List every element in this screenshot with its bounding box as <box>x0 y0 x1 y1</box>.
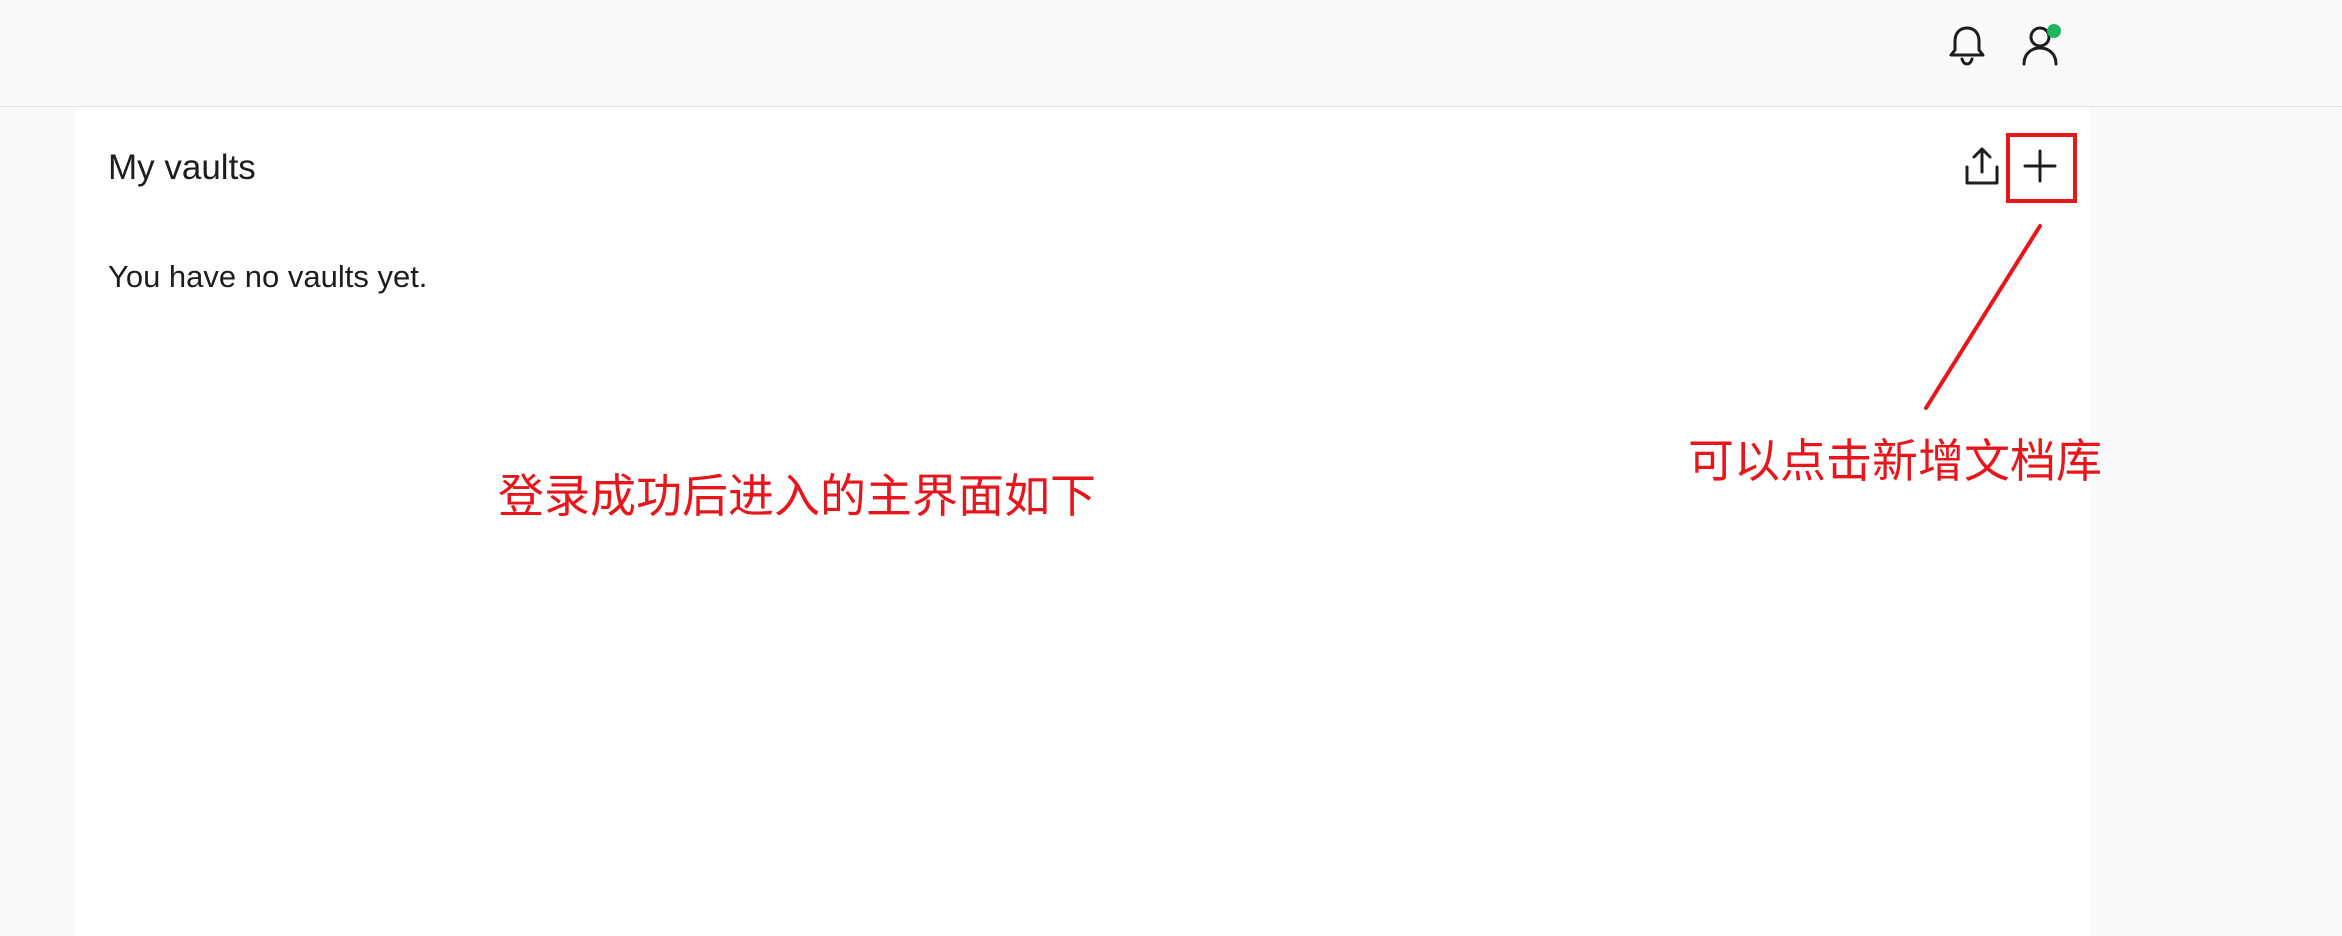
upload-vault-button[interactable] <box>1956 140 2008 192</box>
online-status-dot <box>2047 24 2061 38</box>
top-bar <box>0 0 2342 107</box>
bell-icon <box>1949 26 1985 66</box>
empty-state-message: You have no vaults yet. <box>108 259 428 294</box>
page-title: My vaults <box>108 148 256 187</box>
upload-icon <box>1965 147 1999 185</box>
account-button[interactable] <box>2017 22 2063 68</box>
notifications-button[interactable] <box>1944 22 1990 68</box>
add-button-highlight <box>2006 133 2077 203</box>
annotation-main-screen: 登录成功后进入的主界面如下 <box>498 469 1096 523</box>
annotation-add-vault: 可以点击新增文档库 <box>1688 434 2102 488</box>
